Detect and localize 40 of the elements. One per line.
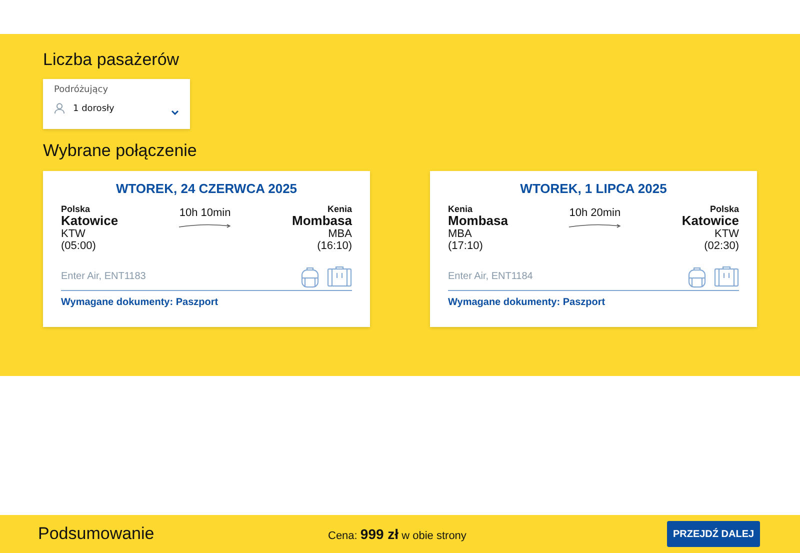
city-name: Mombasa xyxy=(448,214,508,228)
flight-time: (05:00) xyxy=(61,240,97,252)
section-heading: Wybrane połączenie xyxy=(43,141,198,161)
summary-title: Podsumowanie xyxy=(38,524,156,544)
flight-date: WTOREK, 1 LIPCA 2025 xyxy=(519,181,668,196)
airport-code: MBA xyxy=(448,228,473,240)
flight-time: (17:10) xyxy=(448,240,484,252)
flight-time: (02:30) xyxy=(704,240,739,252)
required-documents: Wymagane dokumenty: Paszport xyxy=(61,297,220,308)
backpack-icon xyxy=(301,266,319,288)
required-documents: Wymagane dokumenty: Paszport xyxy=(448,297,606,308)
city-name: Katowice xyxy=(682,214,739,228)
city-name: Mombasa xyxy=(292,214,352,228)
chevron-down-icon xyxy=(171,110,179,115)
country-label: Polska xyxy=(61,204,92,214)
carrier-flight-number: Enter Air, ENT1184 xyxy=(448,271,533,284)
section-heading: Liczba pasażerów xyxy=(43,50,180,70)
suitcase-icon xyxy=(327,266,352,287)
airport-code: KTW xyxy=(714,228,739,240)
airport-code: KTW xyxy=(61,228,86,240)
airport-code: MBA xyxy=(328,228,352,240)
country-label: Kenia xyxy=(327,204,352,214)
backpack-icon xyxy=(688,266,706,288)
passenger-count: 1 dorosły xyxy=(73,104,116,114)
country-label: Kenia xyxy=(448,204,474,214)
flight-duration: 10h 20min xyxy=(569,207,621,219)
passenger-select[interactable]: Podróżujący 1 dorosły xyxy=(43,79,190,129)
flight-date: WTOREK, 24 CZERWCA 2025 xyxy=(114,181,298,196)
flight-arrow-icon xyxy=(178,223,232,229)
suitcase-icon xyxy=(714,266,739,287)
person-icon xyxy=(54,103,65,114)
flight-time: (16:10) xyxy=(317,240,352,252)
flight-duration: 10h 10min xyxy=(179,207,231,219)
field-label: Podróżujący xyxy=(54,85,110,95)
price-text: Cena: 999 zł w obie strony xyxy=(328,526,468,542)
next-button[interactable]: PRZEJDŹ DALEJ xyxy=(667,521,760,547)
city-name: Katowice xyxy=(61,214,118,228)
flight-arrow-icon xyxy=(568,223,622,229)
country-label: Polska xyxy=(710,204,739,214)
carrier-flight-number: Enter Air, ENT1183 xyxy=(61,271,146,284)
